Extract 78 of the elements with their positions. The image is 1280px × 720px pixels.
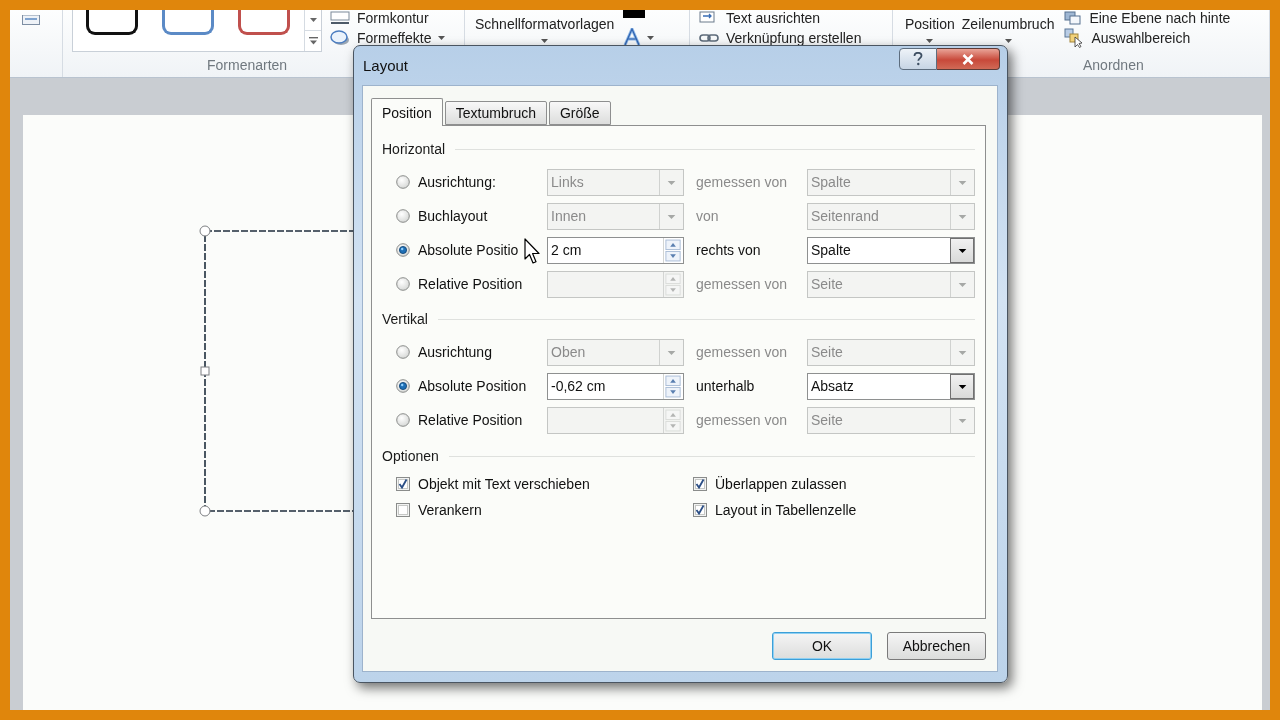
selection-handle[interactable] [199, 225, 211, 237]
down-triangle-icon [309, 18, 317, 22]
relation-label: gemessen von [696, 344, 788, 360]
radio-label: Ausrichtung [418, 344, 492, 360]
help-button[interactable] [899, 48, 937, 70]
relation-label: rechts von [696, 242, 761, 258]
relation-label: gemessen von [696, 412, 788, 428]
color-bar-icon[interactable] [623, 10, 646, 18]
dropdown-field[interactable]: Spalte [807, 236, 975, 264]
radio-label: Relative Position [418, 276, 523, 292]
spin-arrows-icon [663, 237, 683, 263]
radio-button[interactable] [396, 277, 410, 291]
radio-button[interactable] [396, 413, 410, 427]
checkbox-label: Layout in Tabellenzelle [715, 502, 857, 518]
dropdown-field[interactable]: Absatz [807, 372, 975, 400]
spin-field[interactable] [547, 406, 684, 434]
stacked-squares-icon [1064, 11, 1083, 25]
document-icon [22, 15, 40, 25]
spin-field[interactable]: -0,62 cm [547, 372, 684, 400]
section-heading: Optionen [382, 448, 439, 464]
radio-button[interactable] [396, 379, 410, 393]
section-heading: Vertikal [382, 311, 428, 327]
close-icon [962, 53, 974, 65]
group-label: Anordnen [1083, 56, 1144, 75]
group-label: Formenarten [207, 56, 288, 75]
radio-button[interactable] [396, 209, 410, 223]
relation-label: von [696, 208, 719, 224]
section-heading: Horizontal [382, 141, 446, 157]
ribbon-button[interactable]: Verknüpfung erstellen [699, 28, 862, 48]
ribbon-button[interactable]: Auswahlbereich [1064, 28, 1231, 48]
selection-handle[interactable] [200, 366, 210, 376]
relation-label: unterhalb [696, 378, 755, 394]
shapes-pointer-icon [1064, 28, 1085, 48]
spin-field[interactable]: 2 cm [547, 236, 684, 264]
ribbon-button[interactable]: Text ausrichten [699, 10, 862, 26]
checkbox-label: Verankern [418, 502, 482, 518]
checkbox[interactable] [693, 503, 707, 517]
checkbox[interactable] [693, 477, 707, 491]
radio-label: Relative Position [418, 412, 523, 428]
ribbon-button[interactable]: Schnellformatvorlagen [475, 10, 615, 43]
relation-label: gemessen von [696, 174, 788, 190]
ribbon-button[interactable]: Eine Ebene nach hinte [1064, 10, 1231, 26]
tab[interactable]: Größe [548, 101, 611, 125]
shaded-shape-icon [330, 30, 350, 46]
radio-button[interactable] [396, 345, 410, 359]
relation-label: gemessen von [696, 276, 788, 292]
spin-field[interactable] [547, 270, 684, 298]
spin-arrows-icon [663, 271, 683, 297]
tab[interactable]: Position [371, 98, 443, 126]
spin-arrows-icon [663, 407, 683, 433]
shape-style-swatch[interactable] [86, 10, 138, 35]
tab[interactable]: Textumbruch [444, 101, 547, 125]
ribbon-button[interactable]: Formkontur [330, 10, 446, 26]
radio-button[interactable] [396, 175, 410, 189]
dialog-button[interactable]: OK [772, 632, 872, 660]
radio-label: Absolute Position [418, 378, 527, 394]
shape-style-swatch[interactable] [162, 10, 214, 35]
radio-label: Buchlayout [418, 208, 488, 224]
spin-arrows-icon [663, 373, 683, 399]
help-icon [913, 52, 923, 66]
mouse-pointer-icon [524, 238, 542, 265]
more-arrow-icon [308, 37, 318, 45]
close-button[interactable] [937, 48, 1000, 70]
checkbox[interactable] [396, 503, 410, 517]
checkbox-label: Überlappen zulassen [715, 476, 847, 492]
chain-link-icon [699, 32, 719, 44]
radio-label: Ausrichtung: [418, 174, 496, 190]
ribbon-button[interactable]: Position [905, 10, 955, 43]
checkbox-label: Objekt mit Text verschieben [418, 476, 590, 492]
pencil-line-icon [330, 11, 350, 25]
radio-button[interactable] [396, 243, 410, 257]
window-title: Layout [363, 57, 409, 74]
checkbox[interactable] [396, 477, 410, 491]
dialog-button[interactable]: Abbrechen [887, 632, 986, 660]
selection-handle[interactable] [199, 505, 211, 517]
shape-style-swatch[interactable] [238, 10, 290, 35]
radio-label: Absolute Positio [418, 242, 519, 258]
ribbon-button[interactable]: Zeilenumbruch [961, 10, 1055, 43]
